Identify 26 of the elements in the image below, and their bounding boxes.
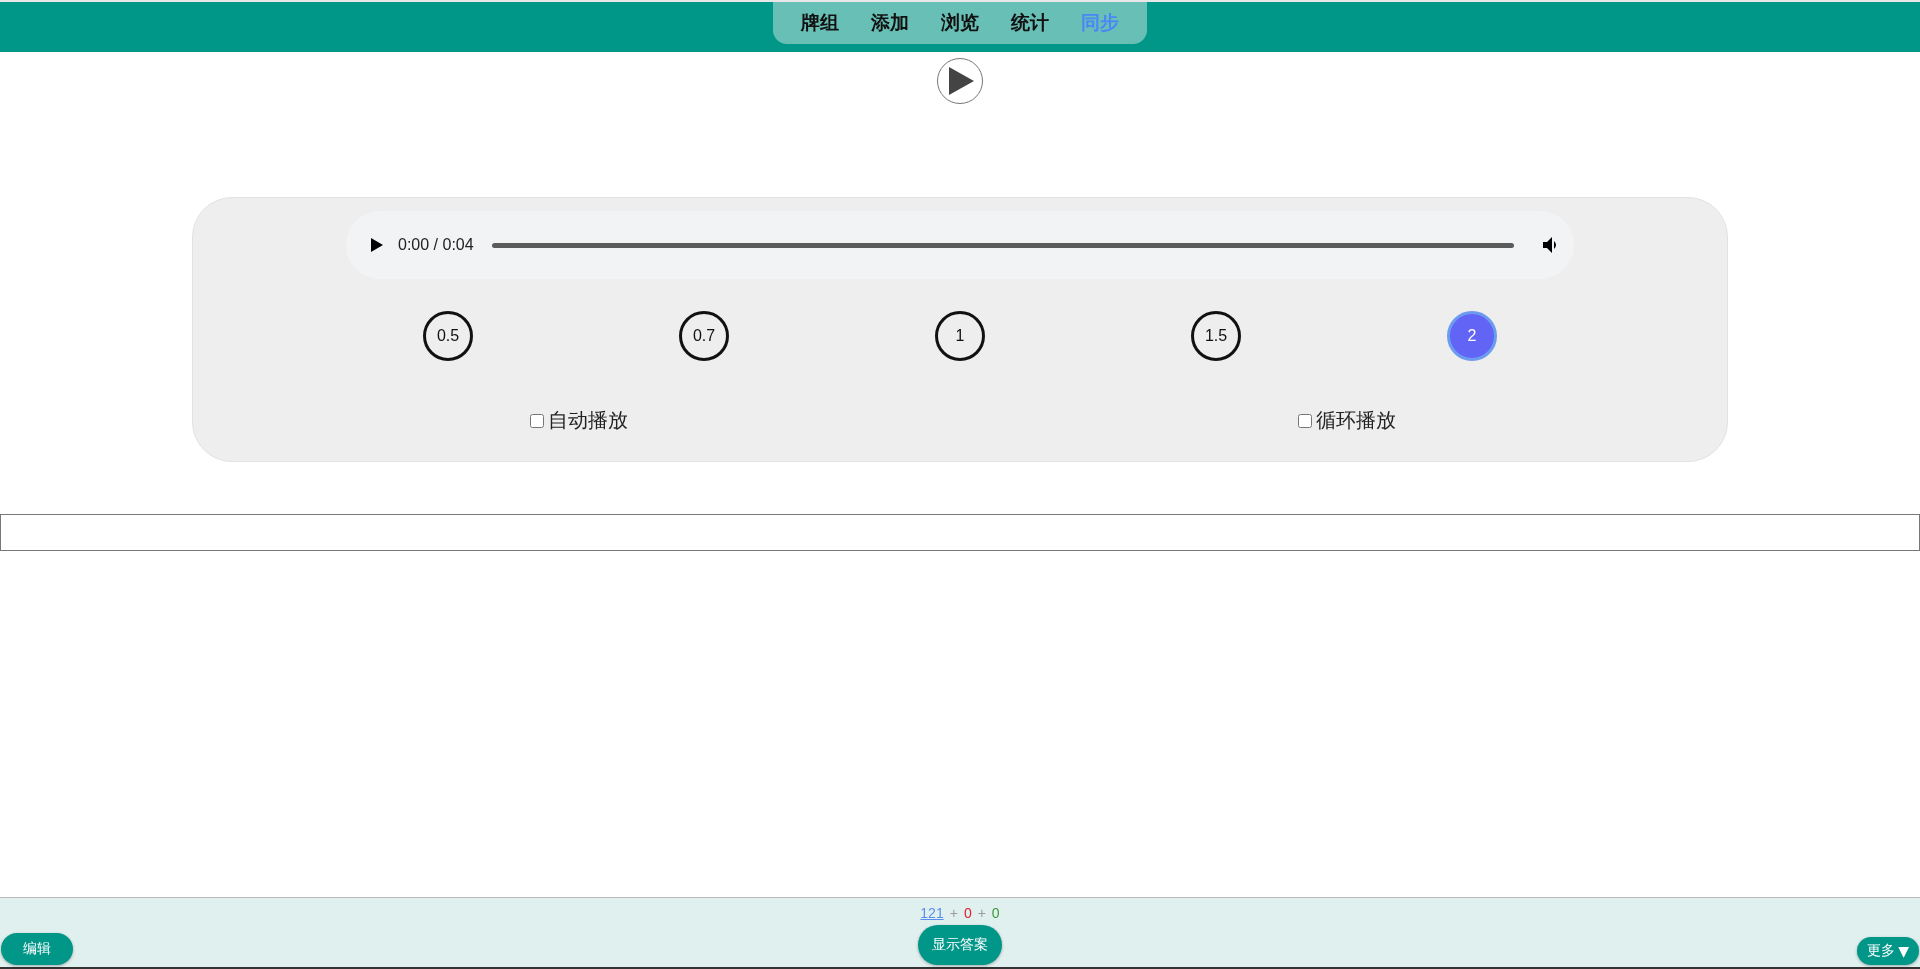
caret-icon: ▼ [1898,943,1909,959]
count-number: 0 [963,905,972,921]
checkbox[interactable] [530,413,544,428]
nav-tab[interactable]: 添加 [855,10,925,36]
count-number: 0 [991,905,1000,921]
answer-input[interactable] [0,514,1920,551]
play-icon[interactable] [936,57,984,105]
speed-button[interactable]: 1 [935,311,985,361]
plus-sign: + [977,905,986,921]
speed-button[interactable]: 2 [1447,311,1497,361]
more-button[interactable]: 更多 ▼ [1857,937,1919,965]
show-answer-button[interactable]: 显示答案 [918,925,1002,965]
speed-button[interactable]: 0.7 [679,311,729,361]
checkbox[interactable] [1298,413,1312,428]
plus-sign: + [949,905,958,921]
checkbox-label: 循环播放 [1316,407,1396,434]
nav-tab[interactable]: 浏览 [925,10,995,36]
progress-track[interactable] [491,242,1514,248]
speed-button[interactable]: 1.5 [1191,311,1241,361]
nav-tab[interactable]: 牌组 [785,10,855,36]
edit-button[interactable]: 编辑 [1,933,73,965]
time-display: 0:00 / 0:04 [398,236,474,254]
play-icon[interactable] [370,237,384,253]
checkbox-label: 自动播放 [548,407,628,434]
speed-button[interactable]: 0.5 [423,311,473,361]
nav-tab[interactable]: 统计 [995,10,1065,36]
